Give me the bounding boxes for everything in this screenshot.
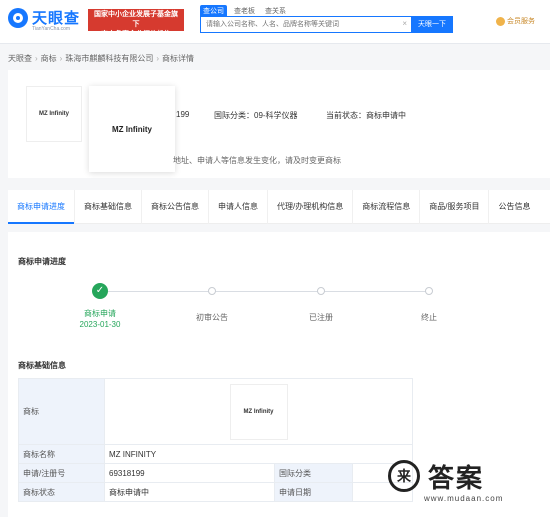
breadcrumb-home[interactable]: 天眼查 [8,54,32,63]
trademark-image[interactable]: MZ Infinity [229,383,288,440]
promo-line-2: 官方备案企业征信机构 [101,31,171,38]
trademark-preview-popup: MZ Infinity [89,86,175,172]
vip-service-link[interactable]: 会员服务 [496,16,535,26]
tab-basic-info[interactable]: 商标基础信息 [74,190,141,224]
tab-agency-info[interactable]: 代理/办理机构信息 [267,190,352,224]
tab-announcements[interactable]: 公告信息 [488,190,539,224]
table-value: MZ INFINITY [104,444,413,464]
step-pending-dot [208,287,216,295]
tab-announcement-info[interactable]: 商标公告信息 [141,190,208,224]
breadcrumb-separator: › [35,54,38,63]
search-box: × [200,16,412,33]
logo-text: 天眼查 [32,10,81,27]
registration-number-partial: 199 [176,110,190,119]
table-row: 商标状态 商标申请中 申请日期 [18,482,413,502]
basic-info-table: 商标 MZ Infinity 商标名称 MZ INFINITY 申请/注册号 6… [18,378,413,502]
step-pending-dot [425,287,433,295]
table-key: 申请/注册号 [18,463,105,483]
international-class: 国际分类：09-科学仪器 [214,111,298,120]
table-value: 69318199 [104,463,275,483]
trademark-summary-card: MZ Infinity MZ Infinity 199 国际分类：09-科学仪器… [8,70,550,178]
breadcrumb-company[interactable]: 珠海市麒麟科技有限公司 [65,54,153,63]
table-key: 商标名称 [18,444,105,464]
logo-subtitle: TianYanCha.com [32,26,71,32]
breadcrumb: 天眼查 › 商标 › 珠海市麒麟科技有限公司 › 商标详情 [8,53,194,64]
table-key: 申请日期 [274,482,353,502]
watermark-url: www.mudaan.com [424,494,504,503]
eye-logo-icon [8,8,28,28]
search-button[interactable]: 天眼一下 [411,16,453,33]
change-notice: 地址、申请人等信息发生变化，请及时变更商标 [173,156,341,165]
search-input[interactable] [201,17,401,32]
step-label: 终止 [421,313,437,322]
vip-label: 会员服务 [507,18,535,25]
table-key: 商标 [18,378,105,445]
tab-applicant-info[interactable]: 申请人信息 [208,190,267,224]
step-done-check-icon: ✓ [92,283,108,299]
table-row: 商标名称 MZ INFINITY [18,444,413,464]
trademark-image-cell: MZ Infinity [104,378,413,445]
tab-application-progress[interactable]: 商标申请进度 [8,190,74,224]
tab-goods-services[interactable]: 商品/服务项目 [419,190,488,224]
step-label: 商标申请 [84,309,116,318]
watermark: 来 答案 www.mudaan.com [388,458,548,514]
watermark-logo-icon: 来 [388,460,420,492]
breadcrumb-separator: › [59,54,63,63]
promo-line-1: 国家中小企业发展子基金旗下 [94,11,178,28]
step-label: 已注册 [309,313,333,322]
tianyancha-logo[interactable]: 天眼查 TianYanCha.com [8,6,84,36]
table-row: 商标 MZ Infinity [18,378,413,445]
breadcrumb-trademark[interactable]: 商标 [41,54,57,63]
progress-section-title: 商标申请进度 [18,257,66,266]
progress-track [108,291,428,292]
step-label: 初审公告 [196,313,228,322]
step-date: 2023-01-30 [79,320,121,329]
top-header: 天眼查 TianYanCha.com 国家中小企业发展子基金旗下 官方备案企业征… [0,0,550,44]
watermark-text: 答案 [428,463,485,493]
trademark-thumbnail[interactable]: MZ Infinity [26,86,82,142]
tab-process-info[interactable]: 商标流程信息 [352,190,419,224]
table-key: 国际分类 [274,463,353,483]
breadcrumb-current: 商标详情 [162,54,195,63]
table-row: 申请/注册号 69318199 国际分类 [18,463,413,483]
crown-icon [496,16,505,26]
clear-icon[interactable]: × [402,19,407,28]
breadcrumb-separator: › [156,54,160,63]
table-value: 商标申请中 [104,482,275,502]
detail-tabs: 商标申请进度 商标基础信息 商标公告信息 申请人信息 代理/办理机构信息 商标流… [8,190,550,224]
step-pending-dot [317,287,325,295]
promo-banner[interactable]: 国家中小企业发展子基金旗下 官方备案企业征信机构 [88,9,184,38]
basic-info-section-title: 商标基础信息 [18,361,66,370]
current-status: 当前状态：商标申请中 [326,111,406,120]
table-key: 商标状态 [18,482,105,502]
